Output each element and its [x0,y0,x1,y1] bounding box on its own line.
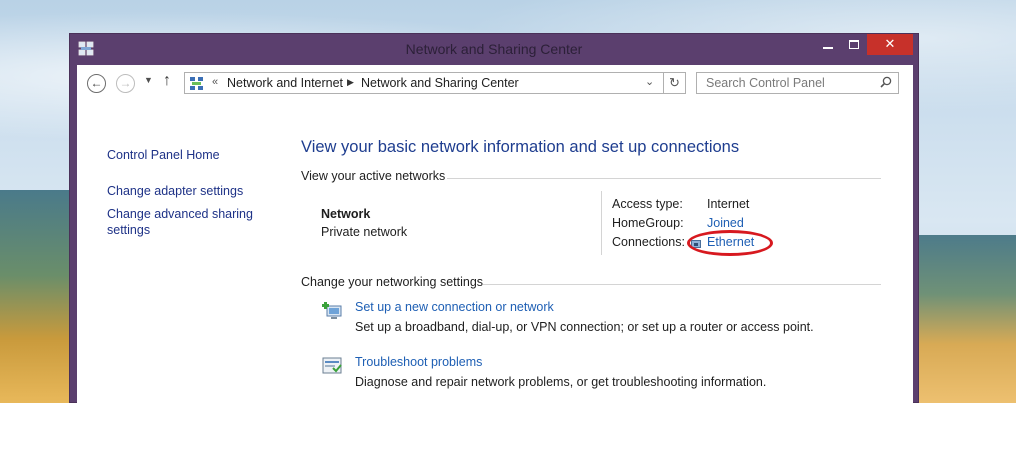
minimize-button[interactable] [815,34,841,55]
search-icon[interactable] [880,76,892,88]
maximize-button[interactable] [841,34,867,55]
connections-label: Connections: [612,235,685,249]
network-name: Network [321,207,371,221]
active-networks-heading: View your active networks [301,169,446,183]
access-type-label: Access type: [612,197,683,211]
refresh-button[interactable]: ↻ [664,72,686,94]
chevron-down-icon: ▼ [144,75,153,85]
wallpaper-hills-left [0,190,80,403]
refresh-icon: ↻ [669,75,680,90]
sidebar-item-change-advanced-sharing[interactable]: Change advanced sharing [107,206,253,222]
sidebar-item-change-adapter-settings[interactable]: Change adapter settings [107,183,243,199]
network-sharing-center-window: Network and Sharing Center ✕ ← → ▼ ↑ « N… [69,33,919,404]
network-location-icon [190,77,203,90]
client-area: ← → ▼ ↑ « Network and Internet ▶ Network… [77,65,913,404]
network-details-separator [601,191,602,255]
search-placeholder: Search Control Panel [706,76,825,90]
up-level-button[interactable]: ↑ [163,72,171,90]
page-title: View your basic network information and … [301,138,740,156]
troubleshoot-icon [322,357,342,374]
close-icon: ✕ [884,36,896,51]
network-type: Private network [321,225,408,239]
highlight-circle-annotation [687,230,773,256]
new-connection-icon [322,302,342,319]
networking-settings-divider [483,284,881,285]
setup-new-connection-link[interactable]: Set up a new connection or network [355,300,554,314]
homegroup-label: HomeGroup: [612,216,684,230]
sidebar-item-change-advanced-sharing-line2[interactable]: settings [107,222,150,238]
window-title: Network and Sharing Center [405,41,583,57]
sidebar-item-control-panel-home[interactable]: Control Panel Home [107,147,220,163]
breadcrumb-separator-icon[interactable]: ▶ [347,77,354,88]
setup-new-connection-description: Set up a broadband, dial-up, or VPN conn… [355,320,814,334]
breadcrumb-network-and-internet[interactable]: Network and Internet [227,76,343,90]
recent-locations-button[interactable]: ▼ [144,75,153,85]
address-bar[interactable]: « Network and Internet ▶ Network and Sha… [184,72,664,94]
active-networks-divider [447,178,881,179]
access-type-value: Internet [707,197,750,211]
maximize-icon [849,40,859,49]
search-input[interactable]: Search Control Panel [696,72,899,94]
networking-settings-heading: Change your networking settings [301,275,484,289]
forward-button[interactable]: → [116,74,135,93]
troubleshoot-problems-link[interactable]: Troubleshoot problems [355,355,482,369]
minimize-icon [823,47,833,49]
homegroup-joined-link[interactable]: Joined [707,216,744,230]
breadcrumb-overflow-button[interactable]: « [212,76,218,88]
title-bar[interactable]: Network and Sharing Center ✕ [70,34,918,64]
troubleshoot-problems-description: Diagnose and repair network problems, or… [355,375,767,389]
wallpaper-hills-right [918,235,1016,403]
back-button[interactable]: ← [87,74,106,93]
forward-arrow-icon: → [119,76,132,90]
up-arrow-icon: ↑ [163,72,171,89]
back-arrow-icon: ← [90,76,103,90]
close-button[interactable]: ✕ [867,34,913,55]
breadcrumb-network-and-sharing-center[interactable]: Network and Sharing Center [361,76,519,90]
address-dropdown-button[interactable]: ⌄ [645,75,654,88]
navigation-bar: ← → ▼ ↑ « Network and Internet ▶ Network… [77,65,913,101]
blank-area [0,403,1016,460]
